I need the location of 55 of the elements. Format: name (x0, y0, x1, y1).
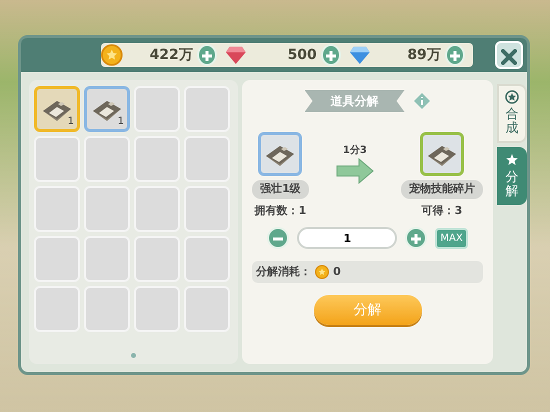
cost-value: 0 (333, 264, 341, 280)
currency-amount: 89万 (406, 46, 441, 64)
plus-icon (324, 50, 337, 62)
add-button[interactable] (196, 44, 217, 66)
panel-title: 道具分解 (304, 90, 405, 112)
close-button[interactable] (495, 41, 523, 69)
item-slot[interactable]: 1 (84, 86, 130, 132)
empty-slot[interactable] (34, 186, 80, 232)
empty-slot[interactable] (34, 286, 80, 332)
empty-slot[interactable] (134, 86, 180, 132)
plus-icon (200, 50, 213, 62)
item-name: 宠物技能碎片 (400, 180, 483, 198)
page-dot[interactable] (131, 353, 136, 358)
star-badge-icon (505, 90, 519, 104)
side-tab[interactable]: 合成 (497, 84, 527, 143)
minus-button[interactable] (267, 227, 290, 249)
empty-slot[interactable] (184, 86, 230, 132)
empty-slot[interactable] (84, 136, 130, 182)
cost-label: 分解消耗： (256, 264, 312, 280)
plus-button[interactable] (405, 227, 428, 249)
empty-slot[interactable] (134, 286, 180, 332)
item-note: 可得：3 (422, 202, 462, 218)
add-button[interactable] (320, 44, 341, 66)
add-button[interactable] (444, 44, 465, 66)
item-slot[interactable]: 1 (34, 86, 80, 132)
star-icon (505, 152, 519, 167)
item-count: 1 (118, 115, 124, 129)
plus-icon (448, 50, 461, 62)
empty-slot[interactable] (84, 236, 130, 282)
empty-slot[interactable] (134, 236, 180, 282)
empty-slot[interactable] (34, 136, 80, 182)
plus-icon (410, 232, 422, 245)
empty-slot[interactable] (84, 286, 130, 332)
currency-amount: 422万 (148, 46, 193, 64)
quantity-field[interactable]: 1 (297, 227, 398, 249)
empty-slot[interactable] (34, 236, 80, 282)
arrow-icon (334, 158, 375, 184)
empty-slot[interactable] (184, 286, 230, 332)
item-note: 拥有数：1 (254, 202, 306, 218)
info-icon[interactable] (412, 92, 431, 110)
coin-icon (101, 43, 123, 67)
currency-amount: 500 (286, 46, 317, 64)
empty-slot[interactable] (134, 136, 180, 182)
max-button[interactable]: MAX (435, 228, 468, 248)
empty-slot[interactable] (134, 186, 180, 232)
empty-slot[interactable] (184, 236, 230, 282)
empty-slot[interactable] (84, 186, 130, 232)
side-tab[interactable]: 分解 (497, 146, 527, 206)
item-name: 强壮1级 (252, 180, 309, 198)
ratio-label: 1分3 (342, 144, 367, 158)
empty-slot[interactable] (184, 186, 230, 232)
coin-icon (315, 265, 330, 279)
close-icon (501, 48, 517, 65)
item-count: 1 (68, 115, 74, 129)
empty-slot[interactable] (184, 136, 230, 182)
